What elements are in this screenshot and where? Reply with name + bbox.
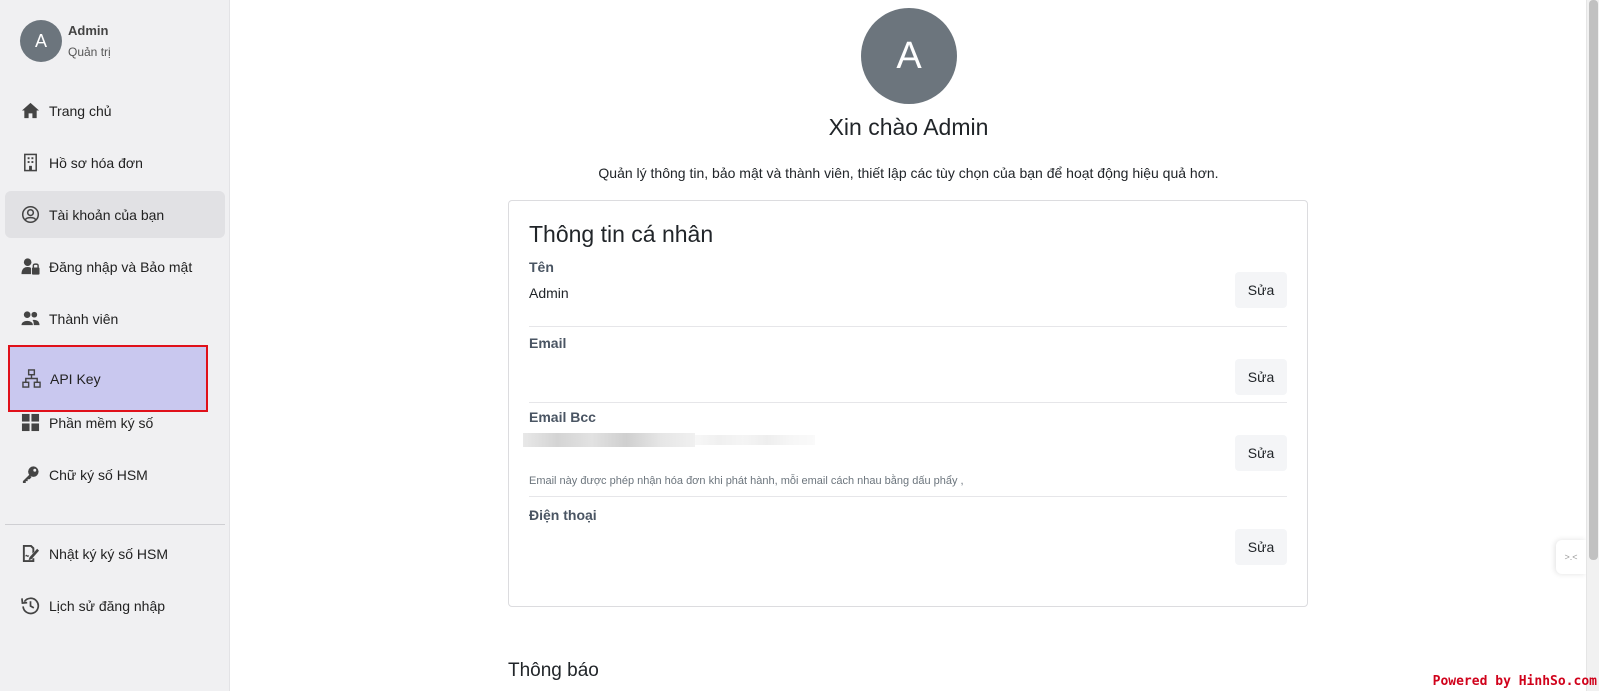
user-name: Admin [68,23,109,38]
sidebar-item-label: Nhật ký ký số HSM [49,545,169,562]
watermark-text: Powered by HinhSo.com [1432,674,1597,689]
edit-email-button[interactable]: Sửa [1235,359,1287,395]
scrollbar-thumb[interactable] [1589,0,1598,560]
field-divider [529,496,1287,497]
email-bcc-label: Email Bcc [529,409,596,425]
sidebar-item-invoice-profile[interactable]: Hồ sơ hóa đơn [5,139,225,186]
user-circle-icon [20,205,40,225]
notifications-title: Thông báo [508,660,599,681]
sidebar-item-hsm-signature[interactable]: Chữ ký số HSM [5,451,225,498]
sidebar-item-your-account[interactable]: Tài khoản của bạn [5,191,225,238]
sidebar-item-hsm-log[interactable]: Nhật ký ký số HSM [5,530,225,577]
phone-label: Điện thoại [529,507,597,523]
sidebar-item-signing-software[interactable]: Phần mềm ký số [5,399,225,446]
sidebar-divider [5,524,225,525]
home-icon [20,101,40,121]
page-title: Xin chào Admin [828,114,989,140]
sidebar-item-members[interactable]: Thành viên [5,295,225,342]
email-bcc-field: Email Bcc Sửa Email này được phép nhận h… [523,409,1287,499]
page-scrollbar[interactable] [1586,0,1599,691]
sidebar-item-label: API Key [50,370,101,387]
sidebar-item-login-security[interactable]: Đăng nhập và Bảo mật [5,243,225,290]
redacted-email-value [695,435,815,445]
profile-avatar: A [861,8,957,104]
name-label: Tên [529,259,554,275]
edit-phone-button[interactable]: Sửa [1235,529,1287,565]
history-icon [20,596,40,616]
building-icon [20,153,40,173]
phone-field: Điện thoại Sửa [529,507,1287,577]
email-label: Email [529,335,567,351]
edit-email-bcc-button[interactable]: Sửa [1235,435,1287,471]
signature-icon [20,544,40,564]
user-role: Quản trị [68,45,111,59]
user-lock-icon [20,257,40,277]
personal-info-card: Thông tin cá nhân Tên Admin Sửa Email Sử… [508,200,1308,607]
name-value: Admin [529,285,569,301]
key-icon [20,465,40,485]
sidebar-item-label: Phần mềm ký số [49,414,154,431]
grid-icon [20,413,40,433]
email-bcc-hint: Email này được phép nhận hóa đơn khi phá… [529,475,964,487]
sidebar-item-home[interactable]: Trang chủ [5,87,225,134]
sidebar-item-label: Trang chủ [49,102,112,119]
main-content: A Xin chào Admin Quản lý thông tin, bảo … [231,0,1586,691]
sidebar-item-label: Đăng nhập và Bảo mật [49,258,193,275]
floating-widget-handle[interactable]: >.< [1556,540,1586,574]
sidebar-item-label: Thành viên [49,310,119,327]
card-title: Thông tin cá nhân [529,221,714,247]
field-divider [529,326,1287,327]
sidebar-item-label: Hồ sơ hóa đơn [49,154,143,171]
field-divider [529,402,1287,403]
edit-name-button[interactable]: Sửa [1235,272,1287,308]
name-field: Tên Admin Sửa [529,259,1287,327]
sidebar-item-label: Lịch sử đăng nhập [49,597,166,614]
sidebar-item-label: Tài khoản của bạn [49,206,165,223]
network-icon [21,369,41,389]
sidebar-item-login-history[interactable]: Lịch sử đăng nhập [5,582,225,629]
avatar: A [20,20,62,62]
users-icon [20,309,40,329]
sidebar: A Admin Quản trị Trang chủ Hồ sơ hóa đơn… [0,0,230,691]
user-profile[interactable]: A Admin Quản trị [20,20,111,62]
page-subtitle: Quản lý thông tin, bảo mật và thành viên… [598,165,1219,181]
sidebar-item-label: Chữ ký số HSM [49,466,148,483]
email-field: Email Sửa [529,335,1287,403]
redacted-email-value [523,433,695,447]
